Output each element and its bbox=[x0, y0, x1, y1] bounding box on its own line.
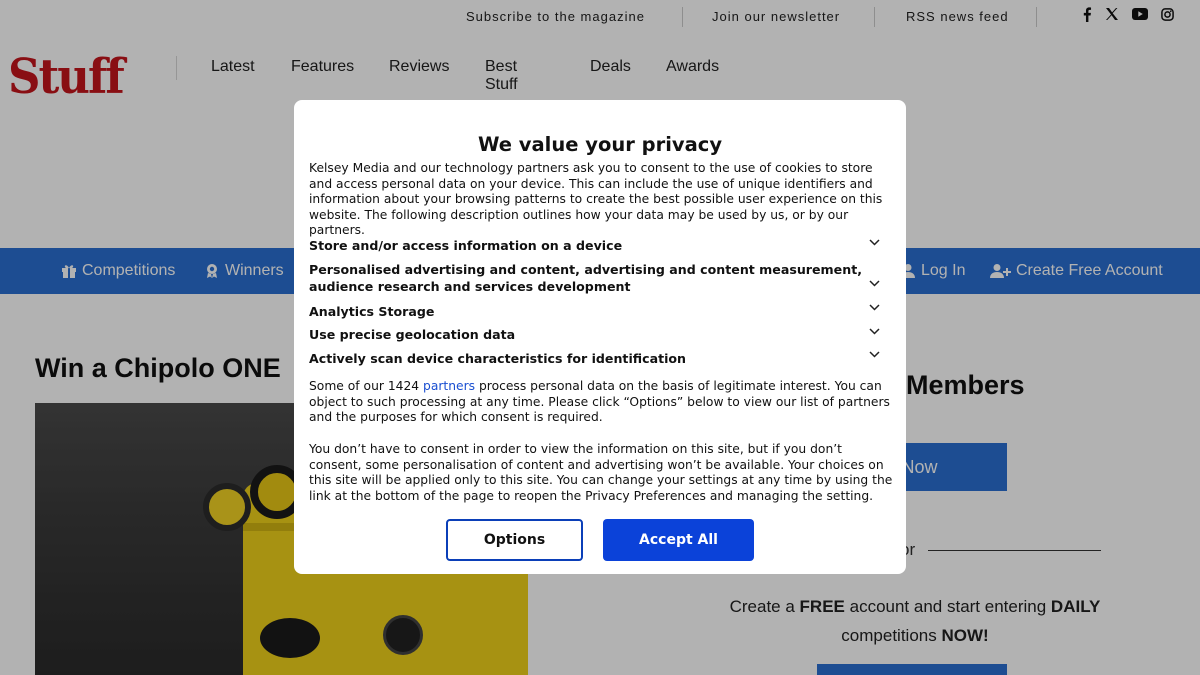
dialog-title: We value your privacy bbox=[477, 133, 723, 156]
purpose-item[interactable]: Analytics Storage bbox=[309, 303, 874, 320]
no-consent-text: You don’t have to consent in order to vi… bbox=[309, 442, 893, 503]
legit-text: Some of our 1424 bbox=[309, 379, 424, 393]
chevron-down-icon[interactable] bbox=[868, 325, 880, 337]
options-button[interactable]: Options bbox=[446, 519, 583, 561]
chevron-down-icon[interactable] bbox=[868, 236, 880, 248]
purpose-item[interactable]: Use precise geolocation data bbox=[309, 326, 874, 343]
accept-all-button[interactable]: Accept All bbox=[603, 519, 754, 561]
partners-link[interactable]: partners bbox=[423, 379, 475, 393]
purpose-item[interactable]: Personalised advertising and content, ad… bbox=[309, 261, 874, 295]
legitimate-interest-text: Some of our 1424 partners process person… bbox=[309, 379, 894, 426]
purpose-item[interactable]: Store and/or access information on a dev… bbox=[309, 237, 874, 254]
chevron-down-icon[interactable] bbox=[868, 277, 880, 289]
dialog-intro: Kelsey Media and our technology partners… bbox=[309, 161, 883, 237]
chevron-down-icon[interactable] bbox=[868, 348, 880, 360]
chevron-down-icon[interactable] bbox=[868, 301, 880, 313]
privacy-consent-dialog: We value your privacy Kelsey Media and o… bbox=[294, 100, 906, 574]
purpose-item[interactable]: Actively scan device characteristics for… bbox=[309, 350, 874, 367]
